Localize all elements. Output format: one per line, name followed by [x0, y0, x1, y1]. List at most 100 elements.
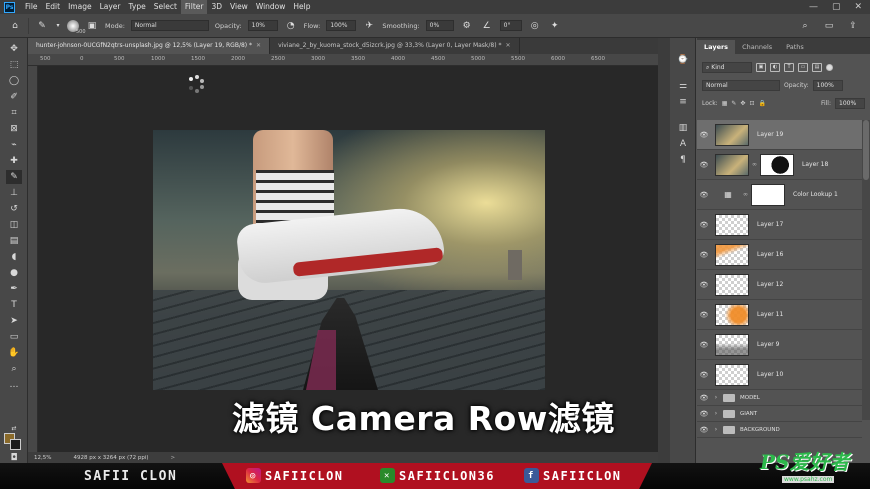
tab-channels[interactable]: Channels — [735, 40, 779, 54]
background-color-swatch[interactable] — [10, 439, 21, 450]
menu-filter[interactable]: Filter — [180, 0, 208, 14]
gradient-tool-icon[interactable]: ▤ — [6, 234, 22, 248]
document-canvas-image[interactable] — [153, 130, 545, 390]
menu-layer[interactable]: Layer — [96, 0, 125, 14]
lock-position-icon[interactable]: ✥ — [740, 100, 745, 107]
maximize-button[interactable]: ▢ — [832, 2, 841, 12]
layer-opacity-field[interactable]: 100% — [812, 79, 843, 91]
pixel-filter-icon[interactable]: ▣ — [756, 62, 766, 72]
adjustment-filter-icon[interactable]: ◐ — [770, 62, 780, 72]
layer-row-layer-10[interactable]: 👁 Layer 10 — [697, 360, 862, 390]
type-tool-icon[interactable]: T — [6, 298, 22, 312]
eye-icon[interactable]: 👁 — [697, 341, 711, 349]
kind-filter-select[interactable]: ⌕ Kind — [702, 61, 752, 73]
blend-mode-select[interactable]: Normal — [702, 79, 780, 91]
flow-field[interactable]: 100% — [326, 20, 357, 31]
swap-colors-icon[interactable]: ⇄ — [6, 421, 22, 435]
menu-help[interactable]: Help — [289, 0, 314, 14]
eyedropper-icon[interactable]: ⌁ — [6, 138, 22, 152]
fill-field[interactable]: 100% — [835, 97, 865, 109]
smart-object-filter-icon[interactable]: ▤ — [812, 62, 822, 72]
menu-select[interactable]: Select — [150, 0, 181, 14]
move-tool-icon[interactable]: ✥ — [6, 42, 22, 56]
lasso-tool-icon[interactable]: ◯ — [6, 74, 22, 88]
menu-image[interactable]: Image — [64, 0, 96, 14]
zoom-tool-icon[interactable]: ⌕ — [6, 362, 22, 376]
healing-brush-icon[interactable]: ✚ — [6, 154, 22, 168]
document-tab[interactable]: hunter-johnson-0UCGfN2qtrs-unsplash.jpg … — [28, 38, 271, 54]
layer-row-layer-12[interactable]: 👁 Layer 12 — [697, 270, 862, 300]
type-filter-icon[interactable]: T — [784, 62, 794, 72]
character-panel-icon[interactable]: A — [676, 138, 690, 150]
share-icon[interactable]: ⇪ — [846, 19, 860, 33]
symmetry-icon[interactable]: ✦ — [548, 19, 562, 33]
brush-settings-icon[interactable]: ▣ — [85, 19, 99, 33]
smoothing-field[interactable]: 0% — [425, 20, 454, 31]
chain-link-icon[interactable]: ∞ — [743, 191, 748, 198]
eye-icon[interactable]: 👁 — [697, 221, 711, 229]
brush-tool-icon[interactable]: ✎ — [35, 19, 49, 33]
menu-3d[interactable]: 3D — [207, 0, 226, 14]
layer-row-layer-16[interactable]: 👁 Layer 16 — [697, 240, 862, 270]
layer-mask-thumbnail[interactable] — [751, 183, 785, 206]
menu-view[interactable]: View — [226, 0, 252, 14]
menu-file[interactable]: File — [21, 0, 42, 14]
layer-group-background[interactable]: 👁 › BACKGROUND — [697, 422, 862, 438]
hand-tool-icon[interactable]: ✋ — [6, 346, 22, 360]
chevron-right-icon[interactable]: › — [711, 394, 721, 401]
eraser-icon[interactable]: ◫ — [6, 218, 22, 232]
layer-row-layer-19[interactable]: 👁 Layer 19 — [697, 120, 862, 150]
gear-icon[interactable]: ⚙ — [460, 19, 474, 33]
airbrush-icon[interactable]: ✈ — [362, 19, 376, 33]
eye-icon[interactable]: 👁 — [697, 251, 711, 259]
eye-icon[interactable]: 👁 — [697, 131, 711, 139]
mode-select[interactable]: Normal — [130, 20, 209, 31]
layers-scrollbar-thumb[interactable] — [863, 120, 869, 180]
blur-tool-icon[interactable]: ◖ — [6, 250, 22, 264]
history-panel-icon[interactable]: ⌚ — [676, 54, 690, 66]
lock-paint-icon[interactable]: ✎ — [731, 100, 736, 107]
menu-edit[interactable]: Edit — [42, 0, 65, 14]
layer-row-layer-11[interactable]: 👁 Layer 11 — [697, 300, 862, 330]
tab-layers[interactable]: Layers — [697, 40, 736, 54]
chevron-down-icon[interactable]: ▾ — [55, 19, 61, 33]
tab-paths[interactable]: Paths — [779, 40, 811, 54]
chevron-right-icon[interactable]: › — [711, 410, 721, 417]
shape-filter-icon[interactable]: ▭ — [798, 62, 808, 72]
lock-artboard-icon[interactable]: ⊡ — [749, 100, 754, 107]
marquee-tool-icon[interactable]: ⬚ — [6, 58, 22, 72]
eye-icon[interactable]: 👁 — [697, 311, 711, 319]
path-select-icon[interactable]: ➤ — [6, 314, 22, 328]
layer-row-color-lookup[interactable]: 👁 ▦ ∞ Color Lookup 1 — [697, 180, 862, 210]
history-brush-icon[interactable]: ↺ — [6, 202, 22, 216]
angle-field[interactable]: 0° — [499, 20, 522, 31]
close-button[interactable]: ✕ — [854, 2, 862, 12]
pressure-opacity-icon[interactable]: ◔ — [284, 19, 298, 33]
pressure-size-icon[interactable]: ◎ — [528, 19, 542, 33]
home-icon[interactable]: ⌂ — [8, 19, 22, 33]
eye-icon[interactable]: 👁 — [697, 410, 711, 418]
crop-tool-icon[interactable]: ⌗ — [6, 106, 22, 120]
workspace-icon[interactable]: ▭ — [822, 19, 836, 33]
chevron-right-icon[interactable]: › — [711, 426, 721, 433]
layer-row-layer-9[interactable]: 👁 Layer 9 — [697, 330, 862, 360]
lock-pixels-icon[interactable]: ▦ — [722, 100, 728, 107]
more-tools-icon[interactable]: … — [6, 378, 22, 392]
properties-panel-icon[interactable]: ⚌ — [676, 80, 690, 92]
close-tab-icon[interactable]: ✕ — [506, 42, 511, 49]
brush-tool-icon[interactable]: ✎ — [6, 170, 22, 184]
paragraph-panel-icon[interactable]: ¶ — [676, 154, 690, 166]
layer-row-layer-17[interactable]: 👁 Layer 17 — [697, 210, 862, 240]
eye-icon[interactable]: 👁 — [697, 426, 711, 434]
search-icon[interactable]: ⌕ — [798, 19, 812, 33]
quick-select-icon[interactable]: ✐ — [6, 90, 22, 104]
eye-icon[interactable]: 👁 — [697, 371, 711, 379]
filter-toggle-icon[interactable] — [826, 63, 833, 71]
eye-icon[interactable]: 👁 — [697, 161, 711, 169]
layer-mask-thumbnail[interactable] — [760, 153, 794, 176]
status-menu-button[interactable]: > — [171, 455, 176, 461]
document-tab[interactable]: viviane_2_by_kuoma_stock_d5izcrk.jpg @ 3… — [270, 38, 520, 54]
layer-group-giant[interactable]: 👁 › GIANT — [697, 406, 862, 422]
chain-link-icon[interactable]: ∞ — [752, 161, 757, 168]
layer-group-model[interactable]: 👁 › MODEL — [697, 390, 862, 406]
